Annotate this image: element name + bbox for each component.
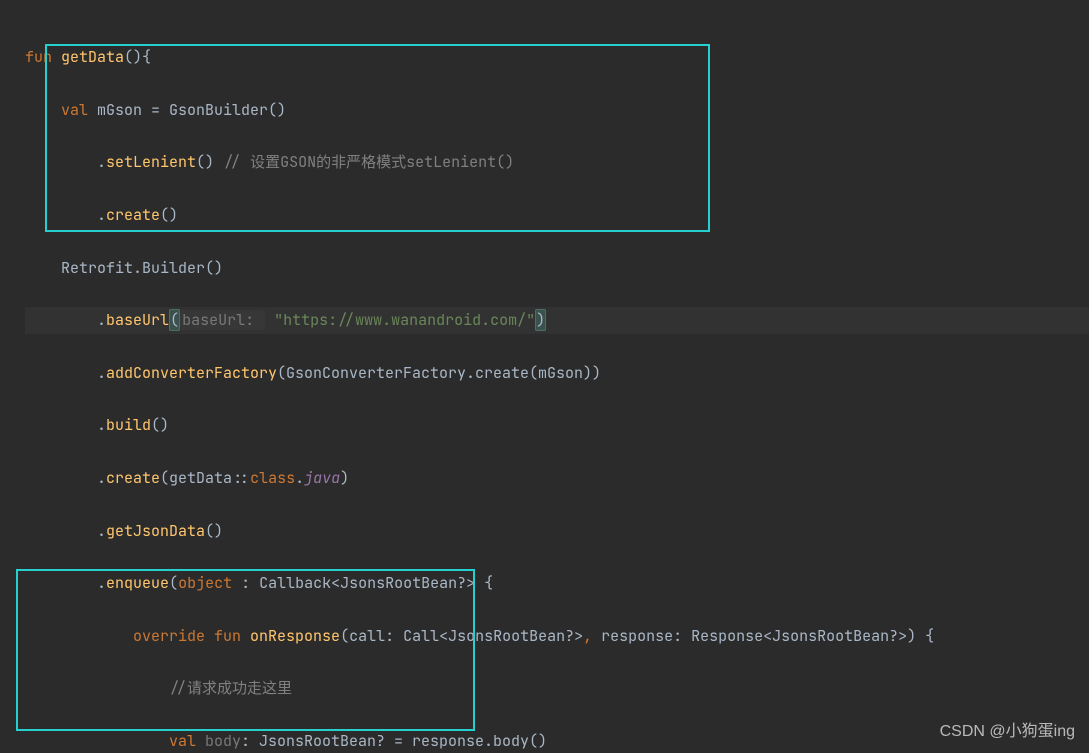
params: (call: Call<JsonsRootBean?>: [340, 626, 583, 646]
code-line: .addConverterFactory(GsonConverterFactor…: [25, 360, 1089, 386]
code-line: fun getData(){: [25, 44, 1089, 70]
keyword: override: [133, 626, 214, 646]
code-text: : Callback<JsonsRootBean?> {: [241, 573, 493, 593]
dot: .: [97, 521, 106, 541]
method: setLenient: [106, 152, 196, 172]
dot: .: [97, 468, 106, 488]
comment: // 设置GSON的非严格模式setLenient(): [223, 152, 514, 172]
parens: (): [151, 415, 169, 435]
dot: .: [97, 152, 106, 172]
dot: .: [97, 310, 106, 330]
paren-close: ): [535, 309, 546, 331]
parens: (): [160, 205, 178, 225]
code-text: mGson = GsonBuilder(): [97, 100, 286, 120]
code-line: //请求成功走这里: [25, 675, 1089, 701]
watermark: CSDN @小狗蛋ing: [940, 719, 1075, 745]
code-line: .setLenient() // 设置GSON的非严格模式setLenient(…: [25, 149, 1089, 175]
method: baseUrl: [106, 310, 169, 330]
method: enqueue: [106, 573, 169, 593]
parens: (): [205, 521, 223, 541]
keyword: class: [250, 468, 295, 488]
code-line: .create(getData::class.java): [25, 465, 1089, 491]
code-text: : JsonsRootBean? = response.body(): [241, 731, 547, 751]
code-line: .enqueue(object : Callback<JsonsRootBean…: [25, 570, 1089, 596]
method: addConverterFactory: [106, 363, 277, 383]
parens: (): [196, 152, 223, 172]
dot: .: [97, 205, 106, 225]
method: build: [106, 415, 151, 435]
keyword: object: [178, 573, 241, 593]
code-line: Retrofit.Builder(): [25, 255, 1089, 281]
function-name: getData: [61, 47, 124, 67]
code-editor[interactable]: fun getData(){ val mGson = GsonBuilder()…: [0, 0, 1089, 753]
code-line: .create(): [25, 202, 1089, 228]
code-line: override fun onResponse(call: Call<Jsons…: [25, 623, 1089, 649]
comment: //请求成功走这里: [169, 678, 292, 698]
comma: ,: [583, 626, 592, 646]
brace: (){: [124, 47, 151, 67]
code-text: Retrofit.Builder(): [61, 258, 223, 278]
param-hint: baseUrl:: [180, 310, 265, 330]
code-line: .build(): [25, 412, 1089, 438]
code-text: (GsonConverterFactory.create(mGson)): [277, 363, 601, 383]
params: response: Response<JsonsRootBean?>) {: [592, 626, 934, 646]
function-name: onResponse: [250, 626, 340, 646]
paren-close: ): [340, 468, 349, 488]
code-line: .getJsonData(): [25, 518, 1089, 544]
keyword: fun: [25, 47, 61, 67]
dot: .: [97, 415, 106, 435]
paren-open: (: [169, 309, 180, 331]
code-line: val mGson = GsonBuilder(): [25, 97, 1089, 123]
paren: (: [169, 573, 178, 593]
keyword: val: [61, 100, 97, 120]
dot: .: [295, 468, 304, 488]
var-unused: body: [205, 731, 241, 751]
string: "https://www.wanandroid.com/": [274, 310, 535, 330]
dot: .: [97, 573, 106, 593]
dot: .: [97, 363, 106, 383]
keyword: fun: [214, 626, 250, 646]
keyword: val: [169, 731, 205, 751]
italic-prop: java: [304, 468, 340, 488]
code-text: (getData::: [160, 468, 250, 488]
code-line: val body: JsonsRootBean? = response.body…: [25, 728, 1089, 753]
method: create: [106, 205, 160, 225]
code-line-highlighted: .baseUrl(baseUrl: "https://www.wanandroi…: [25, 307, 1089, 333]
method: create: [106, 468, 160, 488]
method: getJsonData: [106, 521, 205, 541]
